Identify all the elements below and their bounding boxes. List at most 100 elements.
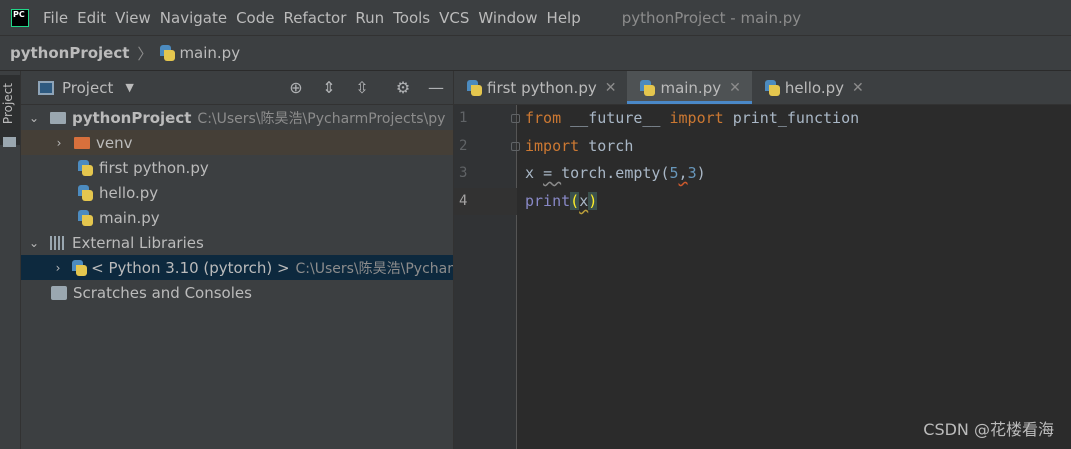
menu-run[interactable]: Run xyxy=(355,9,384,27)
tab-hello[interactable]: hello.py ✕ xyxy=(752,71,875,104)
tree-item-pythonproject[interactable]: ⌄ pythonProject C:\Users\陈昊浩\PycharmProj… xyxy=(21,105,453,130)
code-token: import xyxy=(525,137,580,155)
code-token: ) xyxy=(696,164,706,182)
tree-item-label: main.py xyxy=(99,208,160,227)
hide-icon[interactable]: — xyxy=(426,78,446,98)
menu-bar: PC File Edit View Navigate Code Refactor… xyxy=(0,0,1071,35)
menu-view[interactable]: View xyxy=(115,9,151,27)
python-file-icon xyxy=(467,79,482,96)
tab-label: first python.py xyxy=(487,78,597,97)
project-panel-title[interactable]: Project xyxy=(62,79,113,97)
code-token: x xyxy=(525,164,544,182)
tree-item-path: C:\Users\陈昊浩\PycharmProjects\py xyxy=(197,110,446,127)
code-token: x xyxy=(579,192,589,210)
watermark: CSDN @花楼看海 xyxy=(923,420,1054,439)
close-icon[interactable]: ✕ xyxy=(729,80,741,96)
line-number: 1 xyxy=(459,110,468,126)
chevron-right-icon[interactable]: › xyxy=(51,261,65,275)
breadcrumb-file[interactable]: main.py xyxy=(179,44,240,62)
code-token: __future__ xyxy=(570,109,661,127)
menu-vcs[interactable]: VCS xyxy=(439,9,469,27)
breadcrumb: pythonProject 〉 main.py xyxy=(0,35,1071,71)
code-token: torch.empty( xyxy=(561,164,670,182)
tree-item-label: venv xyxy=(96,133,133,152)
library-icon xyxy=(50,235,66,250)
python-file-icon xyxy=(78,159,93,176)
tree-item-label: hello.py xyxy=(99,183,159,202)
code-token: import xyxy=(669,109,724,127)
folder-icon xyxy=(50,111,66,124)
breadcrumb-separator: 〉 xyxy=(137,44,153,63)
tree-item-label: Scratches and Consoles xyxy=(73,283,252,302)
project-panel-header: Project ▼ ⊕ ⇕ ⇳ ⚙ — xyxy=(21,71,453,105)
folder-icon xyxy=(3,137,16,147)
tab-first-python[interactable]: first python.py ✕ xyxy=(454,71,627,104)
menu-window[interactable]: Window xyxy=(478,9,537,27)
close-icon[interactable]: ✕ xyxy=(605,80,617,96)
locate-icon[interactable]: ⊕ xyxy=(286,78,306,98)
menu-edit[interactable]: Edit xyxy=(77,9,106,27)
chevron-right-icon[interactable]: › xyxy=(51,136,67,150)
tab-label: main.py xyxy=(660,78,722,97)
code-token: 3 xyxy=(687,164,697,182)
tree-item-python-sdk[interactable]: › < Python 3.10 (pytorch) > C:\Users\陈昊浩… xyxy=(21,255,453,280)
code-token: print xyxy=(525,192,571,210)
project-panel: Project ▼ ⊕ ⇕ ⇳ ⚙ — ⌄ pythonProject C:\U… xyxy=(21,71,454,449)
tab-main[interactable]: main.py ✕ xyxy=(627,71,753,104)
line-number-gutter: 1 2 3 4 xyxy=(454,105,520,449)
tree-item-label: first python.py xyxy=(99,158,209,177)
line-number: 4 xyxy=(459,193,468,209)
code-line: import torch xyxy=(525,133,633,160)
tree-item-path: C:\Users\陈昊浩\Pychar xyxy=(295,260,453,277)
python-file-icon xyxy=(764,79,780,96)
tree-item-first-python[interactable]: first python.py xyxy=(21,155,453,180)
fold-icon[interactable] xyxy=(511,142,520,151)
line-number: 2 xyxy=(459,138,468,154)
menu-help[interactable]: Help xyxy=(547,9,581,27)
code-line: from __future__ import print_function xyxy=(525,105,859,132)
code-token: 5 xyxy=(669,164,679,182)
tool-window-strip: Project xyxy=(0,71,21,449)
fold-icon[interactable] xyxy=(511,114,520,123)
line-number: 3 xyxy=(459,165,468,181)
menu-navigate[interactable]: Navigate xyxy=(160,9,227,27)
chevron-down-icon[interactable]: ⌄ xyxy=(26,236,42,250)
menu-tools[interactable]: Tools xyxy=(393,9,430,27)
tree-item-scratches[interactable]: Scratches and Consoles xyxy=(21,280,453,305)
tree-item-external-libraries[interactable]: ⌄ External Libraries xyxy=(21,230,453,255)
tree-item-label: External Libraries xyxy=(72,233,204,252)
gear-icon[interactable]: ⚙ xyxy=(393,78,413,98)
window-title: pythonProject - main.py xyxy=(621,8,802,27)
menu-file[interactable]: File xyxy=(43,9,68,27)
code-token: torch xyxy=(588,137,634,155)
chevron-down-icon[interactable]: ▼ xyxy=(125,81,133,94)
project-view-icon xyxy=(38,80,54,95)
project-tool-tab-label: Project xyxy=(1,83,15,125)
code-token: ( xyxy=(570,192,580,210)
tab-label: hello.py xyxy=(784,78,844,97)
expand-all-icon[interactable]: ⇕ xyxy=(319,78,339,98)
excluded-folder-icon xyxy=(74,136,90,149)
code-line: print(x) xyxy=(525,188,598,215)
menu-code[interactable]: Code xyxy=(236,9,274,27)
python-file-icon xyxy=(160,45,176,61)
scratches-icon xyxy=(51,285,67,300)
tree-item-label: pythonProject xyxy=(72,108,192,127)
tree-item-hello[interactable]: hello.py xyxy=(21,180,453,205)
chevron-down-icon[interactable]: ⌄ xyxy=(26,111,42,125)
menu-refactor[interactable]: Refactor xyxy=(283,9,346,27)
code-token: ) xyxy=(588,192,598,210)
breadcrumb-project[interactable]: pythonProject xyxy=(10,44,129,62)
close-icon[interactable]: ✕ xyxy=(852,80,864,96)
project-tool-tab[interactable]: Project xyxy=(0,75,20,147)
python-file-icon xyxy=(78,184,93,201)
python-file-icon xyxy=(640,79,656,96)
code-line: x = torch.empty(5,3) xyxy=(525,160,706,187)
tree-item-main[interactable]: main.py xyxy=(21,205,453,230)
collapse-all-icon[interactable]: ⇳ xyxy=(352,78,372,98)
tree-item-venv[interactable]: › venv xyxy=(21,130,453,155)
python-file-icon xyxy=(78,209,93,226)
code-token: = xyxy=(543,164,553,182)
code-token: , xyxy=(678,164,688,182)
